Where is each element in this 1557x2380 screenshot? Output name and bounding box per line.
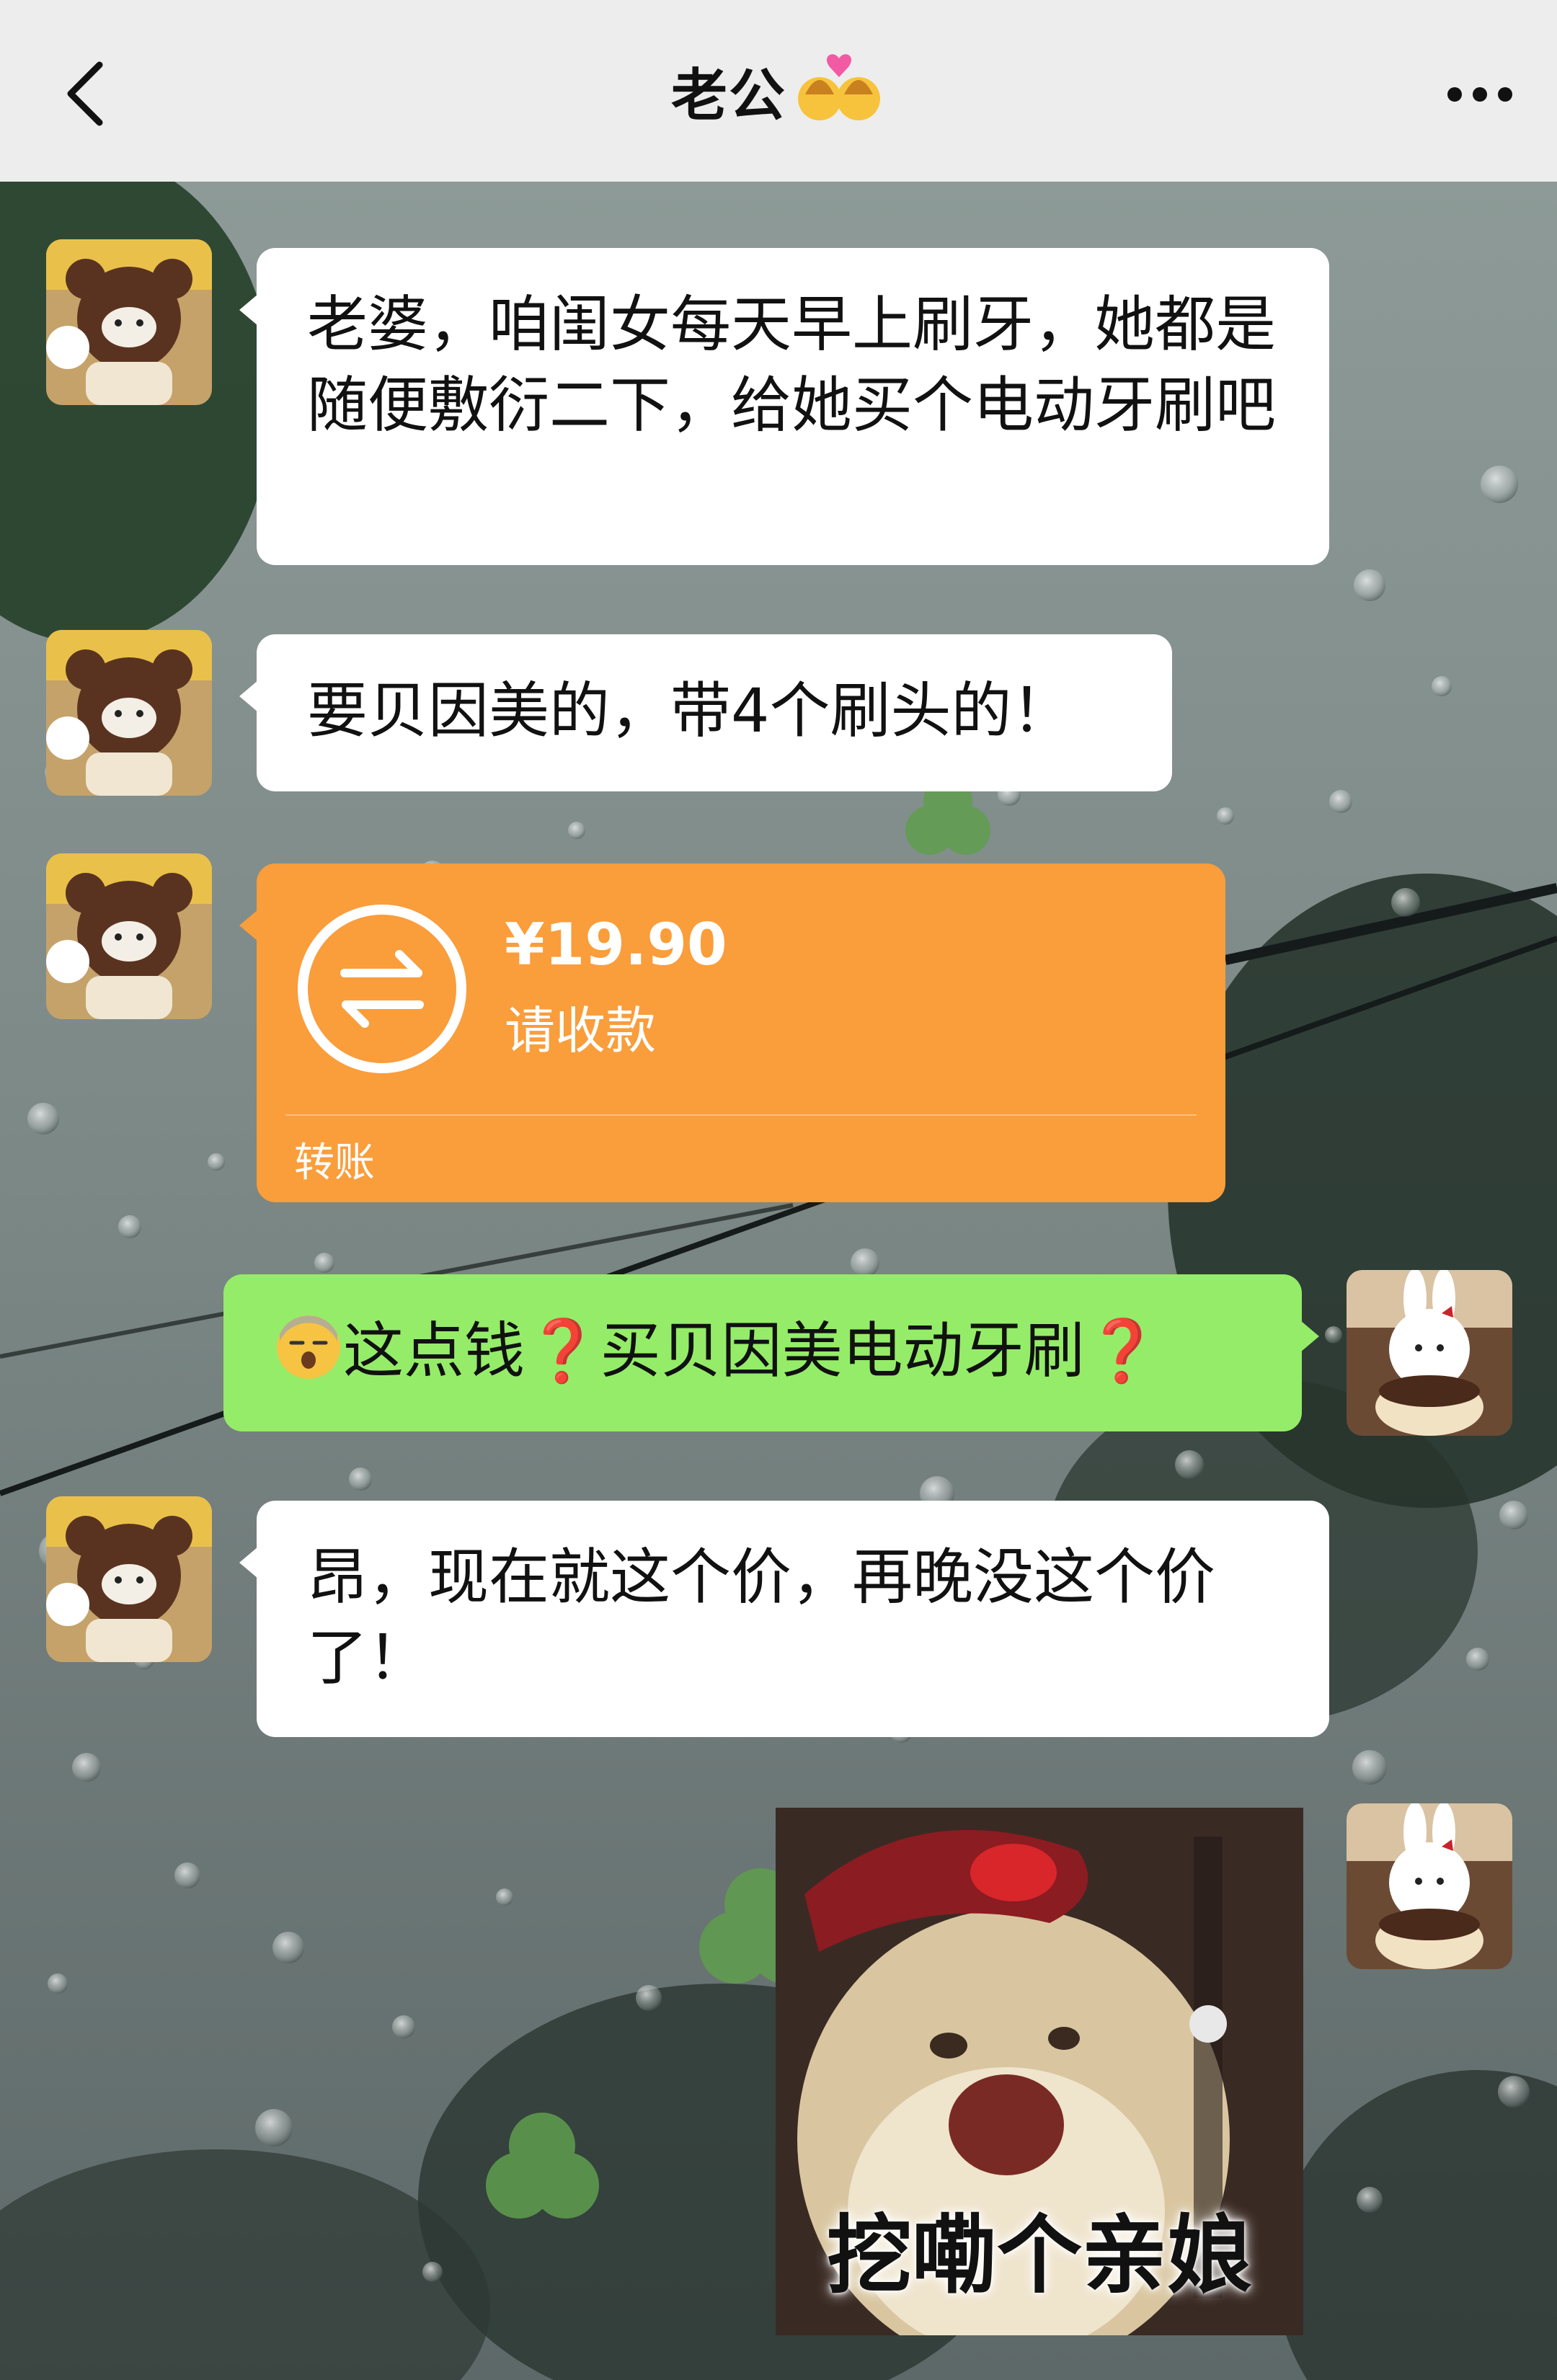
transfer-card[interactable]: ¥19.90 请收款 转账 <box>239 863 1225 1202</box>
transfer-amount: ¥19.90 <box>505 911 727 978</box>
white-bunny-avatar-image <box>1347 1803 1512 1969</box>
bubble-tail <box>239 1547 258 1578</box>
message-bubble[interactable]: 昂，现在就这个价，再晚没这个价了！ <box>239 1501 1329 1737</box>
question-mark-icon: ❓ <box>1084 1315 1161 1386</box>
avatar-husband[interactable] <box>46 239 212 405</box>
avatar-husband[interactable] <box>46 630 212 796</box>
message-text: 昂，现在就这个价，再晚没这个价了！ <box>307 1542 1216 1693</box>
avatar-wife[interactable] <box>1347 1803 1512 1969</box>
brown-bear-avatar-image <box>46 853 212 1019</box>
question-mark-icon: ❓ <box>525 1315 600 1386</box>
sticker-message[interactable]: 挖嘞个亲娘 <box>776 1808 1303 2335</box>
bubble-tail <box>1300 1320 1319 1352</box>
transfer-type-label: 转账 <box>294 1140 375 1186</box>
transfer-arrows-icon <box>298 905 466 1073</box>
cold-sweat-emoji <box>277 1315 340 1379</box>
avatar-husband[interactable] <box>46 853 212 1019</box>
chat-title-area: 老公 <box>0 0 1557 182</box>
brown-bear-avatar-image <box>46 630 212 796</box>
message-text: 买贝因美电动牙刷 <box>600 1315 1085 1386</box>
transfer-status: 请收款 <box>505 1001 656 1060</box>
chat-title: 老公 <box>670 63 786 128</box>
more-button[interactable] <box>1440 69 1520 120</box>
message-text: 这点钱 <box>343 1315 525 1386</box>
sticker-caption: 挖嘞个亲娘 <box>826 2206 1252 2305</box>
more-dots-icon <box>1447 87 1512 102</box>
message-bubble[interactable]: 老婆，咱闺女每天早上刷牙，她都是随便敷衍二下，给她买个电动牙刷吧 <box>239 248 1329 565</box>
bubble-tail <box>239 294 258 326</box>
bubble-tail <box>239 910 258 941</box>
transfer-divider <box>285 1114 1197 1116</box>
avatar-wife[interactable] <box>1347 1270 1512 1436</box>
chat-header: 老公 <box>0 0 1557 182</box>
brown-bear-avatar-image <box>46 1496 212 1662</box>
message-bubble[interactable]: 要贝因美的，带4个刷头的！ <box>239 634 1172 791</box>
white-bunny-avatar-image <box>1347 1270 1512 1436</box>
message-bubble[interactable]: 这点钱❓买贝因美电动牙刷❓ <box>223 1274 1319 1431</box>
message-text: 要贝因美的，带4个刷头的！ <box>307 675 1073 746</box>
bubble-tail <box>239 680 258 712</box>
message-text: 老婆，咱闺女每天早上刷牙，她都是随便敷衍二下，给她买个电动牙刷吧 <box>307 289 1277 440</box>
kiss-couple-emoji <box>798 54 880 120</box>
avatar-husband[interactable] <box>46 1496 212 1662</box>
brown-bear-avatar-image <box>46 239 212 405</box>
